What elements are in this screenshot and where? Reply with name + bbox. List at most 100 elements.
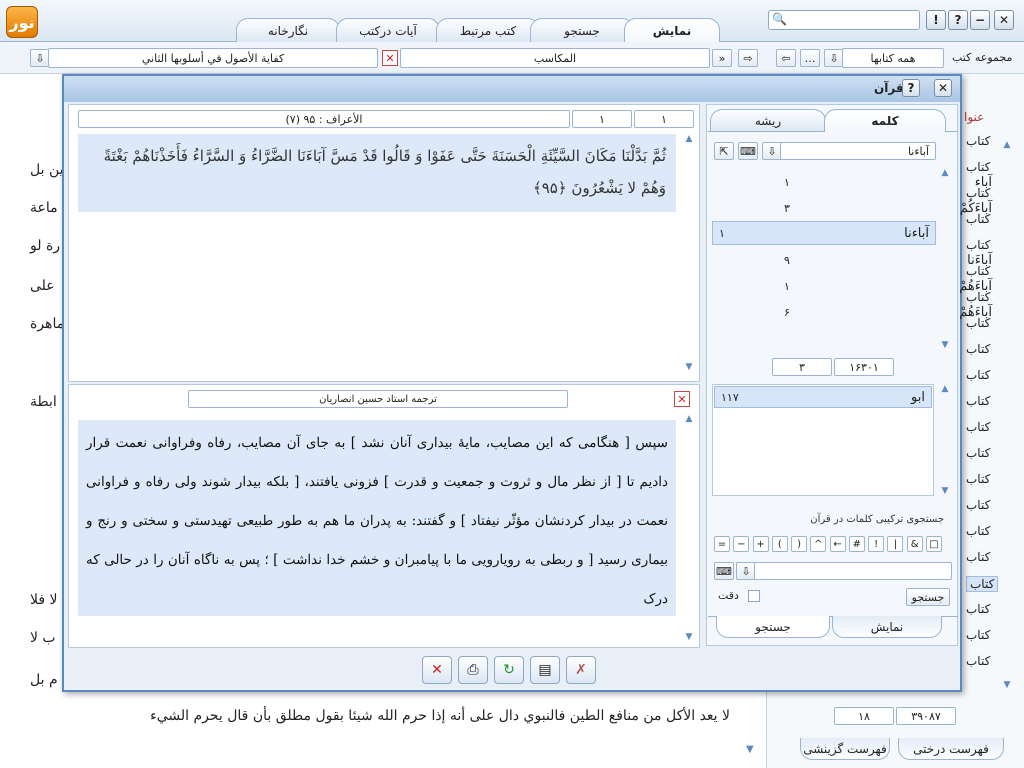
close-translation-icon[interactable]: ✕: [674, 391, 690, 407]
cancel-icon[interactable]: ✕: [422, 656, 452, 684]
word-list-item[interactable]: ۳ آباءَكُمْ: [778, 196, 998, 220]
doc-line: رة لو: [30, 238, 61, 254]
combo-search-input[interactable]: [754, 562, 952, 580]
operator-button[interactable]: (: [771, 536, 788, 552]
doc-line: لا فلا: [30, 592, 58, 608]
book-list-item[interactable]: كتاب: [966, 134, 990, 148]
translator-field[interactable]: ترجمه استاد حسين انصاريان: [188, 390, 568, 408]
book-list-item[interactable]: كتاب: [966, 420, 990, 434]
close-icon[interactable]: ✕: [994, 10, 1014, 30]
tab-search[interactable]: جستجو: [530, 18, 634, 42]
quran-dialog: قرآن ? ✕ (۷) الأعراف : ۹۵ ۱ ۱ ثُمَّ بَدَ…: [62, 74, 992, 692]
note-icon[interactable]: ▤: [530, 656, 560, 684]
more-icon[interactable]: …: [800, 49, 820, 67]
collection-select[interactable]: همه كتابها: [842, 48, 944, 68]
sura-field: (۷) الأعراف : ۹۵: [78, 110, 570, 128]
verse-page-field[interactable]: ۱: [634, 110, 694, 128]
collection-dropdown-icon[interactable]: ⇩: [824, 49, 844, 67]
book-list-item[interactable]: كتاب: [966, 498, 990, 512]
book-list-scrollbar[interactable]: ▲ ▼: [1000, 140, 1014, 690]
operator-button[interactable]: −: [733, 536, 750, 552]
title-column-label: عنوا: [964, 110, 985, 124]
global-search-input[interactable]: 🔍: [768, 10, 920, 30]
tab-tree-index[interactable]: فهرست درختی: [898, 738, 1004, 760]
down-arrow-icon[interactable]: ⇩: [30, 49, 50, 67]
refresh-icon[interactable]: ↻: [494, 656, 524, 684]
tab-verses-in-books[interactable]: آیات درکتب: [336, 18, 440, 42]
book-title-field[interactable]: كفاية الأصول في أسلوبها الثاني: [48, 48, 378, 68]
tab-word[interactable]: كلمه: [824, 109, 946, 132]
book-list-item[interactable]: كتاب: [966, 368, 990, 382]
book-list-item[interactable]: كتاب: [966, 446, 990, 460]
print-icon[interactable]: ⎙: [458, 656, 488, 684]
exact-checkbox[interactable]: [748, 590, 760, 602]
combo-dropdown-icon[interactable]: ⇩: [736, 562, 756, 580]
word-list-scrollbar[interactable]: ▲ ▼: [938, 168, 952, 350]
operator-button[interactable]: =: [714, 536, 730, 552]
tab-display[interactable]: نمایش: [624, 18, 720, 43]
book-list-item[interactable]: كتاب: [966, 628, 990, 642]
operator-button[interactable]: #: [848, 536, 865, 552]
translation-scrollbar[interactable]: ▲ ▼: [682, 414, 696, 642]
doc-line: ابطة: [30, 394, 57, 410]
collection-label: مجموعه كتب: [952, 51, 1013, 64]
export-icon[interactable]: ⇱: [714, 142, 734, 160]
word-input[interactable]: آباءنا: [780, 142, 936, 160]
operator-button[interactable]: &: [906, 536, 923, 552]
book-list-item[interactable]: كتاب: [966, 550, 990, 564]
back-arrow-icon[interactable]: ⇦: [776, 49, 796, 67]
doc-line: لا يعد الأكل من منافع الطين فالنبوي دال …: [150, 708, 730, 724]
book-list-item[interactable]: كتاب: [966, 524, 990, 538]
operator-button[interactable]: ^: [810, 536, 827, 552]
close-book-icon[interactable]: ✕: [382, 50, 398, 66]
verse-scrollbar[interactable]: ▲ ▼: [682, 134, 696, 372]
word-dropdown-icon[interactable]: ⇩: [762, 142, 782, 160]
tab-selective-index[interactable]: فهرست گزینشی: [800, 738, 890, 760]
total-field: ۳۹۰۸۷: [896, 707, 956, 725]
operator-button[interactable]: !: [868, 536, 885, 552]
keyboard-icon[interactable]: ⌨: [738, 142, 758, 160]
search-button[interactable]: جستجو: [906, 588, 950, 606]
dialog-close-icon[interactable]: ✕: [934, 79, 952, 97]
double-chevron-icon[interactable]: »: [712, 49, 732, 67]
book-list-item[interactable]: كتاب: [966, 576, 999, 592]
operator-button[interactable]: +: [752, 536, 769, 552]
tab-related-books[interactable]: کتب مرتبط: [436, 18, 540, 42]
operator-button[interactable]: ←: [829, 536, 846, 552]
word-list-item[interactable]: ۹ آباءَنا: [778, 248, 998, 272]
word-list-item[interactable]: ۶ آباءَهُمْ: [778, 300, 998, 324]
dialog-help-icon[interactable]: ?: [902, 79, 920, 97]
scroll-down-icon[interactable]: ▼: [746, 744, 754, 755]
section-field[interactable]: المكاسب: [400, 48, 710, 68]
verse-index-field[interactable]: ۱: [572, 110, 632, 128]
book-list-item[interactable]: كتاب: [966, 342, 990, 356]
operator-button[interactable]: ): [791, 536, 808, 552]
translation-text: سپس [ هنگامی که این مصایب، مایهٔ بیداری …: [78, 420, 676, 616]
doc-line: على: [30, 278, 55, 294]
tab-root[interactable]: ريشه: [710, 109, 826, 131]
help-icon[interactable]: ?: [948, 10, 968, 30]
book-list-item[interactable]: كتاب: [966, 394, 990, 408]
combo-keyboard-icon[interactable]: ⌨: [714, 562, 734, 580]
tab-show-bottom[interactable]: نمایش: [832, 616, 942, 638]
verse-text: ثُمَّ بَدَّلْنَا مَكَانَ السَّيِّئَةِ ال…: [78, 134, 676, 212]
root-list-scrollbar[interactable]: ▲ ▼: [938, 384, 952, 496]
forward-arrow-icon[interactable]: ⇨: [738, 49, 758, 67]
dialog-titlebar: [64, 76, 960, 102]
tab-gallery[interactable]: نگارخانه: [236, 18, 340, 42]
book-list-item[interactable]: كتاب: [966, 472, 990, 486]
minimize-icon[interactable]: −: [970, 10, 990, 30]
book-list-item[interactable]: كتاب: [966, 654, 990, 668]
word-list-item[interactable]: ۱ آباءَهُمْ: [778, 274, 998, 298]
tab-search-bottom[interactable]: جستجو: [716, 616, 830, 638]
root-list-item-selected[interactable]: ۱۱۷ ابو: [714, 386, 932, 408]
book-list-item[interactable]: كتاب: [966, 602, 990, 616]
clear-icon[interactable]: ✗: [566, 656, 596, 684]
word-list-item[interactable]: ۱ آباء: [778, 170, 998, 194]
app-logo[interactable]: نور: [6, 6, 38, 38]
operator-button[interactable]: |: [887, 536, 904, 552]
page-field[interactable]: ۱۸: [834, 707, 894, 725]
word-list-item-selected[interactable]: ۱ آباءنا: [712, 221, 936, 245]
alert-icon[interactable]: !: [926, 10, 946, 30]
operator-button[interactable]: □: [925, 536, 942, 552]
